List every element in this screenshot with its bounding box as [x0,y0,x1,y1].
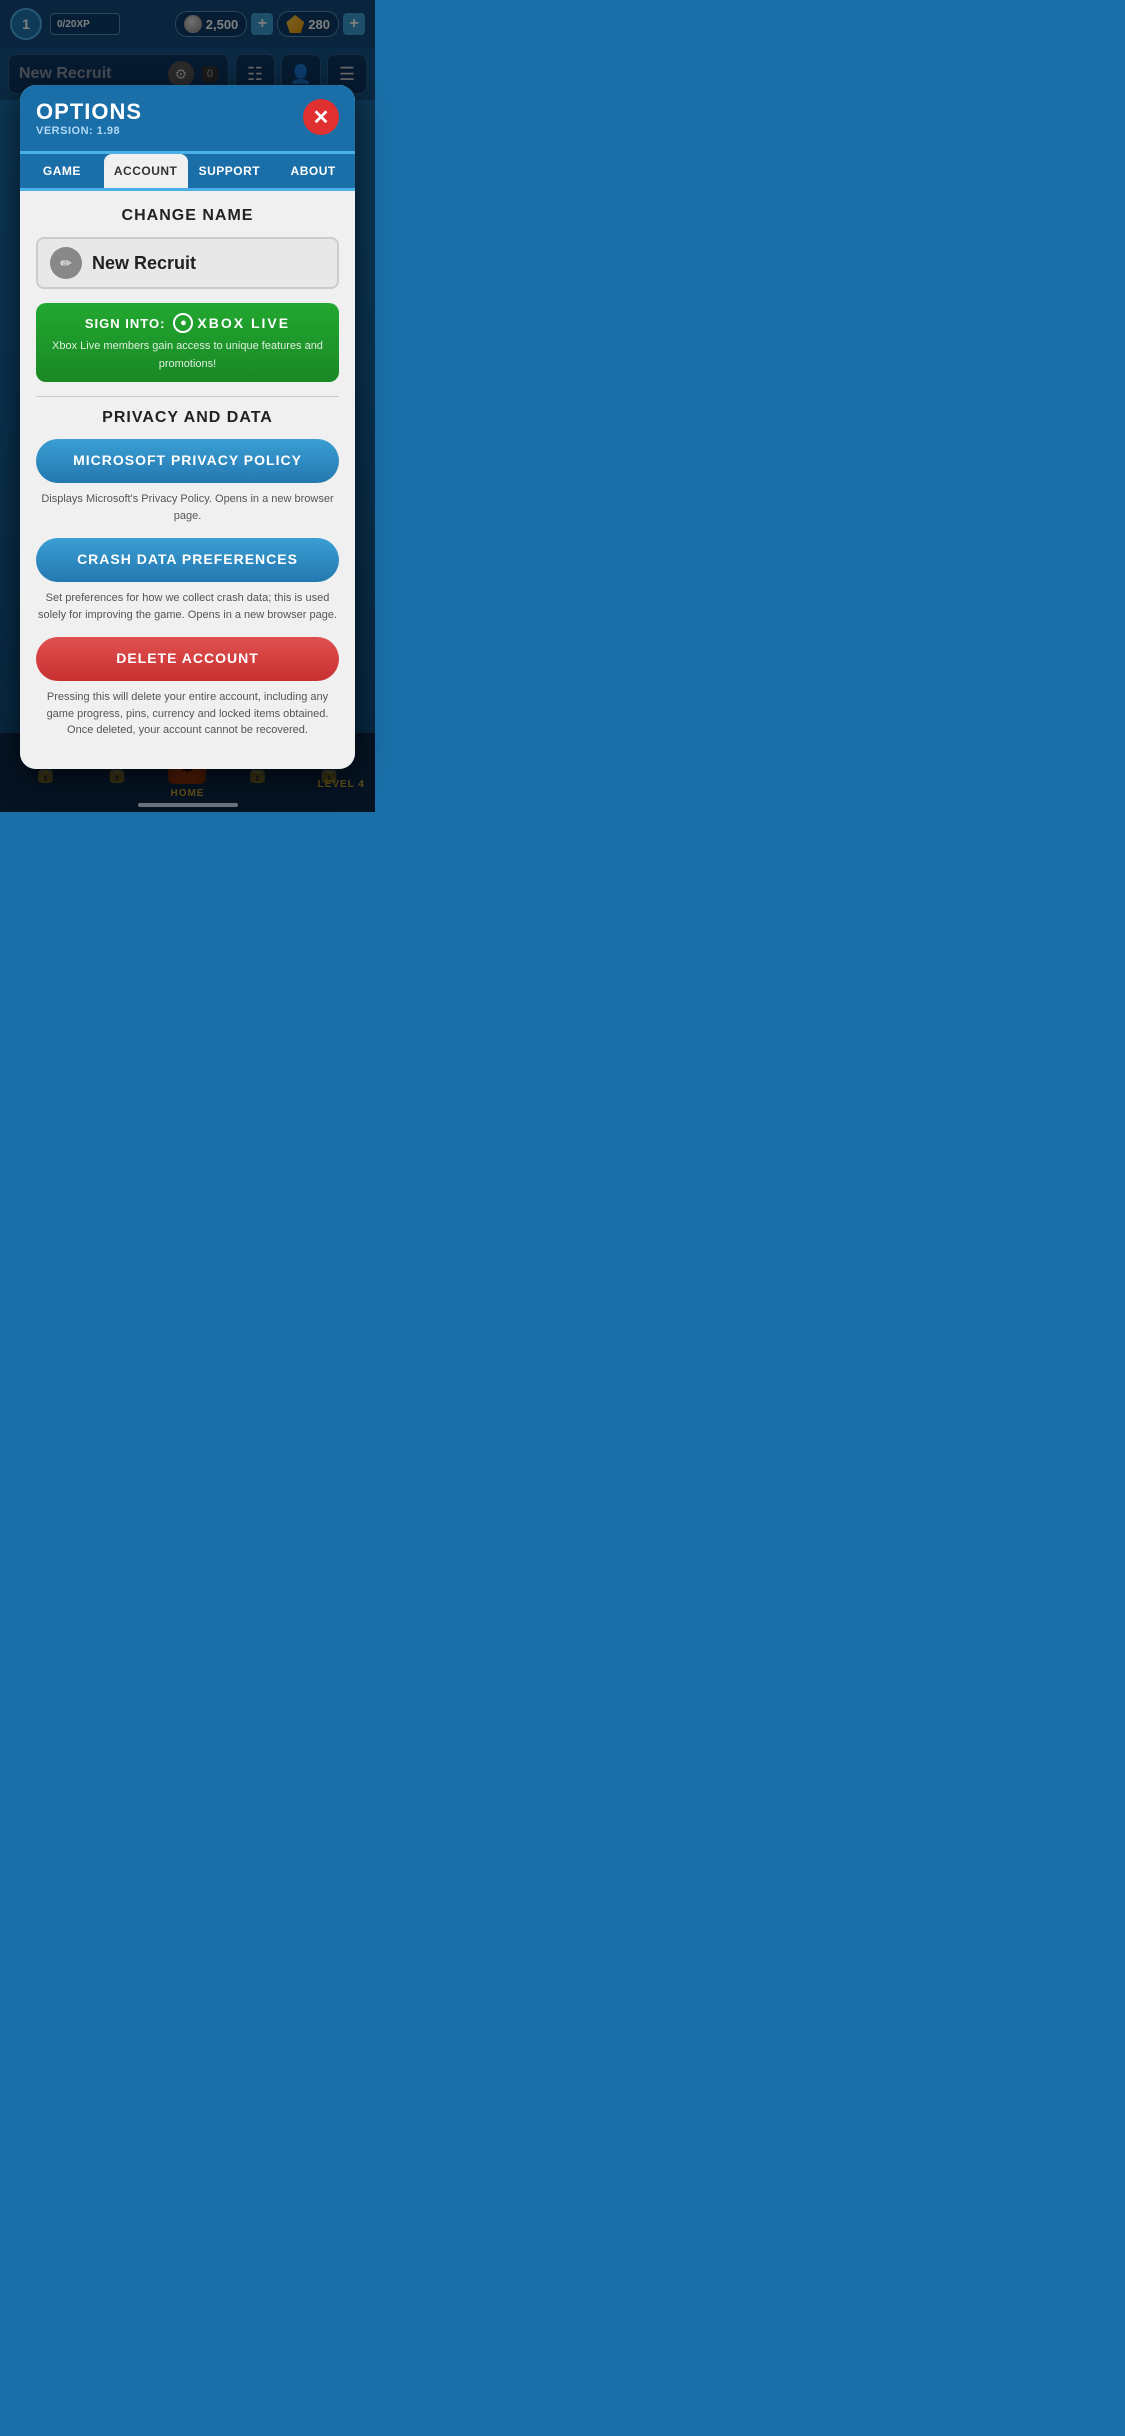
close-button[interactable]: ✕ [303,99,339,135]
name-field-row[interactable]: ✏ New Recruit [36,237,339,289]
xbox-logo: ● XBOX LIVE [173,313,290,333]
delete-account-button[interactable]: DELETE ACCOUNT [36,637,339,681]
tabs-row: GAME ACCOUNT SUPPORT ABOUT [20,154,355,191]
tab-about[interactable]: ABOUT [271,154,355,188]
modal-version: VERSION: 1.98 [36,125,142,137]
privacy-section-title: PRIVACY AND DATA [36,409,339,427]
xbox-live-button[interactable]: SIGN INTO: ● XBOX LIVE Xbox Live members… [36,303,339,382]
edit-icon: ✏ [50,247,82,279]
tab-support[interactable]: SUPPORT [188,154,272,188]
divider-1 [36,396,339,397]
delete-btn-label: DELETE ACCOUNT [116,650,259,666]
modal-title-group: OPTIONS VERSION: 1.98 [36,99,142,137]
options-modal: OPTIONS VERSION: 1.98 ✕ GAME ACCOUNT SUP… [20,85,355,769]
xbox-subtext: Xbox Live members gain access to unique … [52,340,323,370]
crash-btn-desc: Set preferences for how we collect crash… [36,590,339,623]
xbox-circle-icon: ● [173,313,193,333]
change-name-title: CHANGE NAME [36,207,339,225]
xbox-live-text: XBOX LIVE [197,315,290,331]
modal-header: OPTIONS VERSION: 1.98 ✕ [20,85,355,154]
crash-data-button[interactable]: CRASH DATA PREFERENCES [36,538,339,582]
xbox-sign-in-label: SIGN INTO: [85,316,166,331]
modal-body: CHANGE NAME ✏ New Recruit SIGN INTO: ● X… [20,191,355,769]
xbox-btn-top: SIGN INTO: ● XBOX LIVE [50,313,325,333]
tab-account[interactable]: ACCOUNT [104,154,188,188]
tab-game[interactable]: GAME [20,154,104,188]
home-indicator [138,803,238,807]
microsoft-btn-label: MICROSOFT PRIVACY POLICY [73,452,302,468]
modal-title: OPTIONS [36,99,142,125]
crash-btn-label: CRASH DATA PREFERENCES [77,551,298,567]
delete-btn-desc: Pressing this will delete your entire ac… [36,689,339,739]
microsoft-privacy-button[interactable]: MICROSOFT PRIVACY POLICY [36,439,339,483]
microsoft-btn-desc: Displays Microsoft's Privacy Policy. Ope… [36,491,339,524]
player-name-value: New Recruit [92,253,196,274]
